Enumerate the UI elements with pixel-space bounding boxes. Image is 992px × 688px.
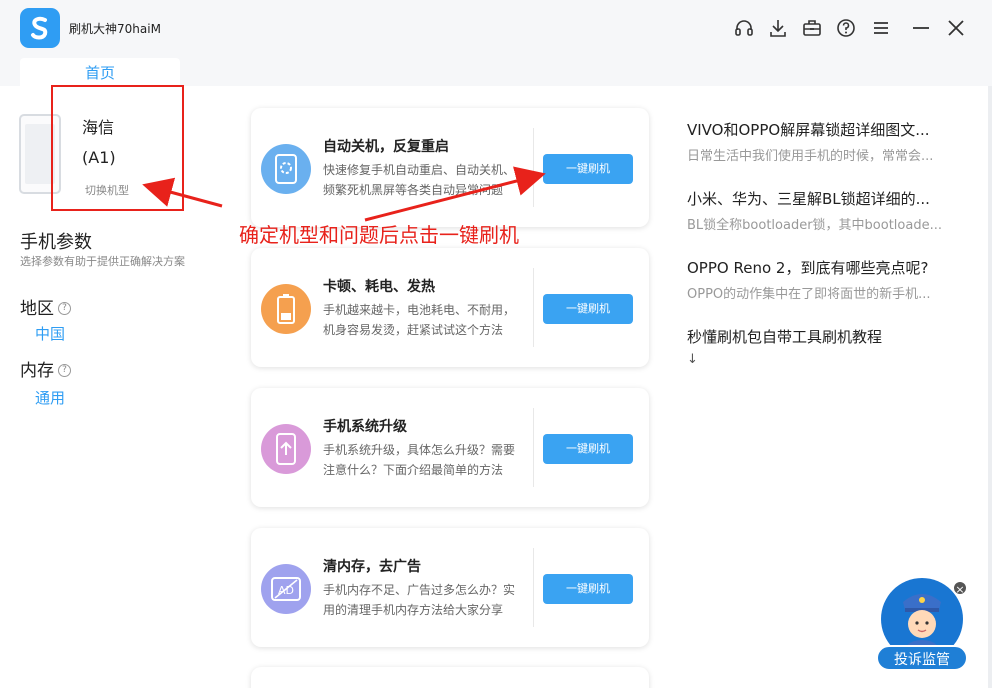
article-item[interactable]: 秒懂刷机包自带工具刷机教程 ↓: [687, 326, 882, 367]
one-click-flash-button[interactable]: 一键刷机: [543, 434, 633, 464]
minimize-icon[interactable]: [910, 17, 932, 39]
one-click-flash-button[interactable]: 一键刷机: [543, 154, 633, 184]
region-label: 地区?: [20, 294, 71, 319]
question-icon[interactable]: ?: [58, 363, 71, 377]
support-label[interactable]: 投诉监管: [876, 645, 968, 671]
fix-card: AD 清内存，去广告 手机内存不足、广告过多怎么办？实用的清理手机内存方法给大家…: [251, 528, 649, 647]
card-title: 手机系统升级: [323, 419, 407, 435]
params-title: 手机参数: [20, 232, 92, 253]
memory-label-text: 内存: [20, 361, 54, 381]
region-value[interactable]: 中国: [35, 323, 65, 344]
fix-card-partial: [251, 667, 649, 688]
download-icon[interactable]: [767, 17, 789, 39]
phone-upgrade-icon: [261, 424, 311, 474]
annotation-highlight-box: [51, 85, 184, 211]
close-icon[interactable]: [945, 17, 967, 39]
memory-value[interactable]: 通用: [35, 387, 65, 408]
article-title[interactable]: 小米、华为、三星解BL锁超详细的...: [687, 188, 942, 209]
app-logo-icon: [20, 8, 60, 48]
card-divider: [533, 268, 534, 347]
card-divider: [533, 548, 534, 627]
tab-home[interactable]: 首页: [20, 58, 180, 88]
memory-label: 内存?: [20, 356, 71, 381]
no-ad-icon: AD: [261, 564, 311, 614]
question-icon[interactable]: ?: [58, 301, 71, 315]
annotation-text: 确定机型和问题后点击一键刷机: [239, 223, 519, 247]
fix-card: 卡顿、耗电、发热 手机越来越卡，电池耗电、不耐用，机身容易发烫，赶紧试试这个方法…: [251, 248, 649, 367]
complaint-support-widget[interactable]: 投诉监管 ×: [876, 578, 968, 674]
params-subtitle: 选择参数有助于提供正确解决方案: [20, 255, 185, 268]
help-icon[interactable]: [835, 17, 857, 39]
article-desc: BL锁全称bootloader锁，其中bootloade...: [687, 218, 942, 233]
headset-icon[interactable]: [733, 17, 755, 39]
scrollbar[interactable]: [988, 86, 992, 688]
article-desc: OPPO的动作集中在了即将面世的新手机...: [687, 287, 931, 302]
article-title[interactable]: VIVO和OPPO解屏幕锁超详细图文...: [687, 119, 933, 140]
card-description: 手机系统升级，具体怎么升级？需要注意什么？下面介绍最简单的方法: [323, 443, 516, 477]
card-description: 手机越来越卡，电池耗电、不耐用，机身容易发烫，赶紧试试这个方法: [323, 303, 516, 337]
article-desc: ↓: [687, 352, 698, 367]
card-title: 自动关机，反复重启: [323, 139, 449, 155]
article-item[interactable]: OPPO Reno 2，到底有哪些亮点呢? OPPO的动作集中在了即将面世的新手…: [687, 257, 931, 302]
article-desc: 日常生活中我们使用手机的时候，常常会...: [687, 149, 934, 164]
card-description: 快速修复手机自动重启、自动关机、频繁死机黑屏等各类自动异常问题: [323, 163, 516, 197]
card-description: 手机内存不足、广告过多怎么办？实用的清理手机内存方法给大家分享: [323, 583, 516, 617]
fix-card: 自动关机，反复重启 快速修复手机自动重启、自动关机、频繁死机黑屏等各类自动异常问…: [251, 108, 649, 227]
card-divider: [533, 128, 534, 207]
region-label-text: 地区: [20, 299, 54, 319]
article-item[interactable]: VIVO和OPPO解屏幕锁超详细图文... 日常生活中我们使用手机的时候，常常会…: [687, 119, 933, 164]
svg-text:AD: AD: [278, 584, 294, 597]
support-close-icon[interactable]: ×: [952, 580, 968, 596]
toolbox-icon[interactable]: [801, 17, 823, 39]
card-title: 清内存，去广告: [323, 559, 421, 575]
one-click-flash-button[interactable]: 一键刷机: [543, 574, 633, 604]
auto-restart-icon: [261, 144, 311, 194]
article-item[interactable]: 小米、华为、三星解BL锁超详细的... BL锁全称bootloader锁，其中b…: [687, 188, 942, 233]
app-title: 刷机大神70haiM: [69, 22, 161, 36]
card-divider: [533, 408, 534, 487]
fix-card: 手机系统升级 手机系统升级，具体怎么升级？需要注意什么？下面介绍最简单的方法 一…: [251, 388, 649, 507]
menu-icon[interactable]: [870, 17, 892, 39]
article-title[interactable]: 秒懂刷机包自带工具刷机教程: [687, 326, 882, 347]
one-click-flash-button[interactable]: 一键刷机: [543, 294, 633, 324]
battery-icon: [261, 284, 311, 334]
article-title[interactable]: OPPO Reno 2，到底有哪些亮点呢?: [687, 257, 931, 278]
card-title: 卡顿、耗电、发热: [323, 279, 435, 295]
